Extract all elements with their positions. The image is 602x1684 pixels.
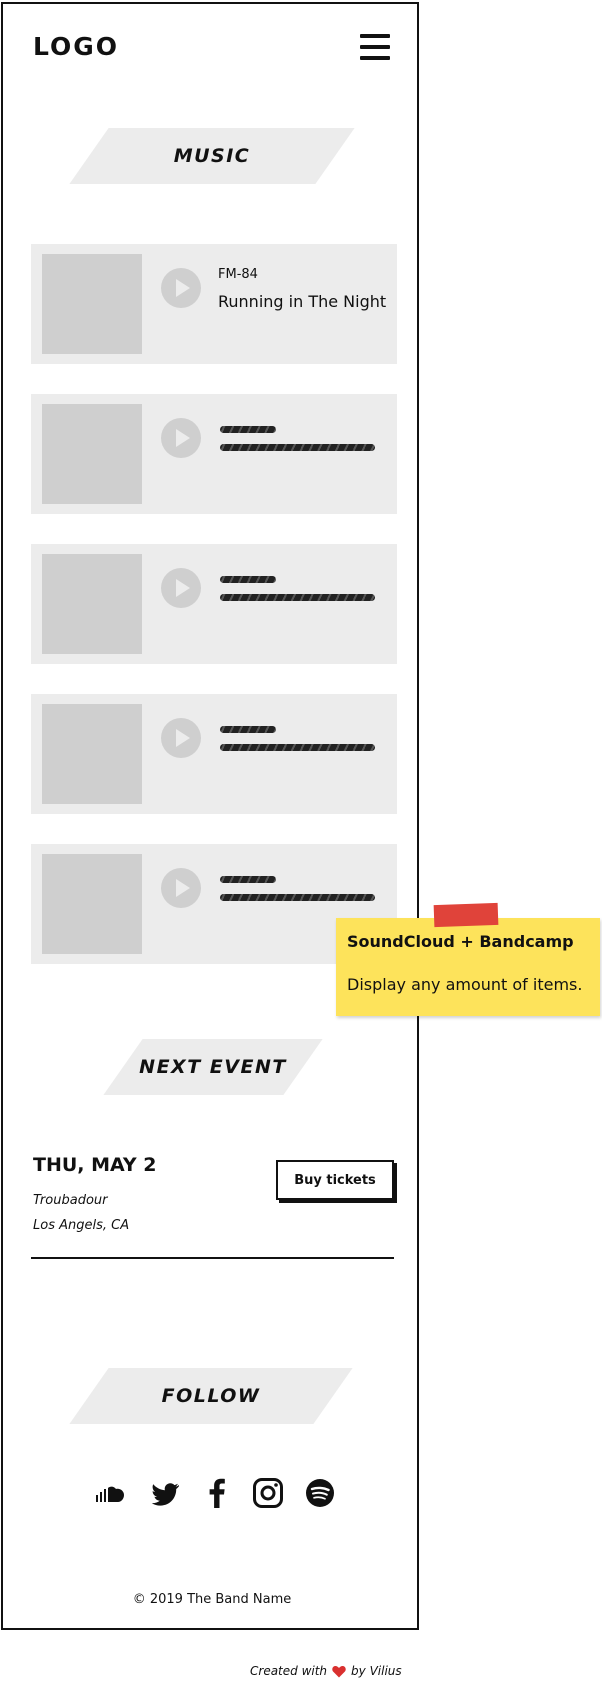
track-artist: FM-84 — [218, 267, 258, 282]
track-title-placeholder — [220, 744, 375, 751]
buy-tickets-button[interactable]: Buy tickets — [276, 1160, 394, 1200]
event-venue: Troubadour — [33, 1193, 108, 1208]
next-event-title: NEXT EVENT — [139, 1056, 287, 1078]
follow-title: FOLLOW — [161, 1385, 261, 1407]
track-title-placeholder — [220, 894, 375, 901]
logo[interactable]: LOGO — [33, 32, 119, 61]
sticky-note-title: SoundCloud + Bandcamp — [347, 932, 574, 951]
track-artist-placeholder — [220, 876, 276, 883]
divider — [31, 1257, 394, 1259]
next-event-section-title: NEXT EVENT — [103, 1039, 323, 1095]
event-location: Los Angels, CA — [33, 1218, 130, 1233]
facebook-icon[interactable] — [200, 1476, 234, 1510]
track-artist-placeholder — [220, 726, 276, 733]
spotify-icon[interactable] — [303, 1476, 337, 1510]
play-icon[interactable] — [161, 718, 201, 758]
mobile-frame: LOGO MUSIC FM-84 Running in The Night NE… — [1, 2, 419, 1630]
track-item — [31, 694, 397, 814]
album-art-placeholder — [42, 554, 142, 654]
credit-prefix: Created with — [250, 1664, 328, 1678]
hamburger-menu-icon[interactable] — [360, 34, 390, 60]
footer-copyright: © 2019 The Band Name — [132, 1592, 292, 1607]
heart-icon — [332, 1665, 346, 1678]
track-item — [31, 544, 397, 664]
instagram-icon[interactable] — [251, 1476, 285, 1510]
track-title-placeholder — [220, 594, 375, 601]
music-title: MUSIC — [173, 145, 251, 167]
track-artist-placeholder — [220, 426, 276, 433]
credit-suffix: by Vilius — [351, 1664, 402, 1678]
album-art-placeholder — [42, 404, 142, 504]
sticky-note: SoundCloud + Bandcamp Display any amount… — [336, 902, 600, 1016]
follow-section-title: FOLLOW — [69, 1368, 353, 1424]
track-item: FM-84 Running in The Night — [31, 244, 397, 364]
event-date: THU, MAY 2 — [33, 1154, 157, 1176]
play-icon[interactable] — [161, 268, 201, 308]
album-art-placeholder — [42, 854, 142, 954]
track-artist-placeholder — [220, 576, 276, 583]
soundcloud-icon[interactable] — [93, 1476, 127, 1510]
track-title-placeholder — [220, 444, 375, 451]
album-art-placeholder — [42, 704, 142, 804]
tape — [433, 902, 499, 928]
album-art-placeholder — [42, 254, 142, 354]
sticky-note-body: Display any amount of items. — [347, 975, 583, 994]
credit-line: Created with by Vilius — [250, 1664, 402, 1678]
play-icon[interactable] — [161, 568, 201, 608]
track-title: Running in The Night — [218, 292, 387, 311]
track-item — [31, 394, 397, 514]
play-icon[interactable] — [161, 868, 201, 908]
play-icon[interactable] — [161, 418, 201, 458]
twitter-icon[interactable] — [149, 1476, 183, 1510]
music-section-title: MUSIC — [69, 128, 355, 184]
